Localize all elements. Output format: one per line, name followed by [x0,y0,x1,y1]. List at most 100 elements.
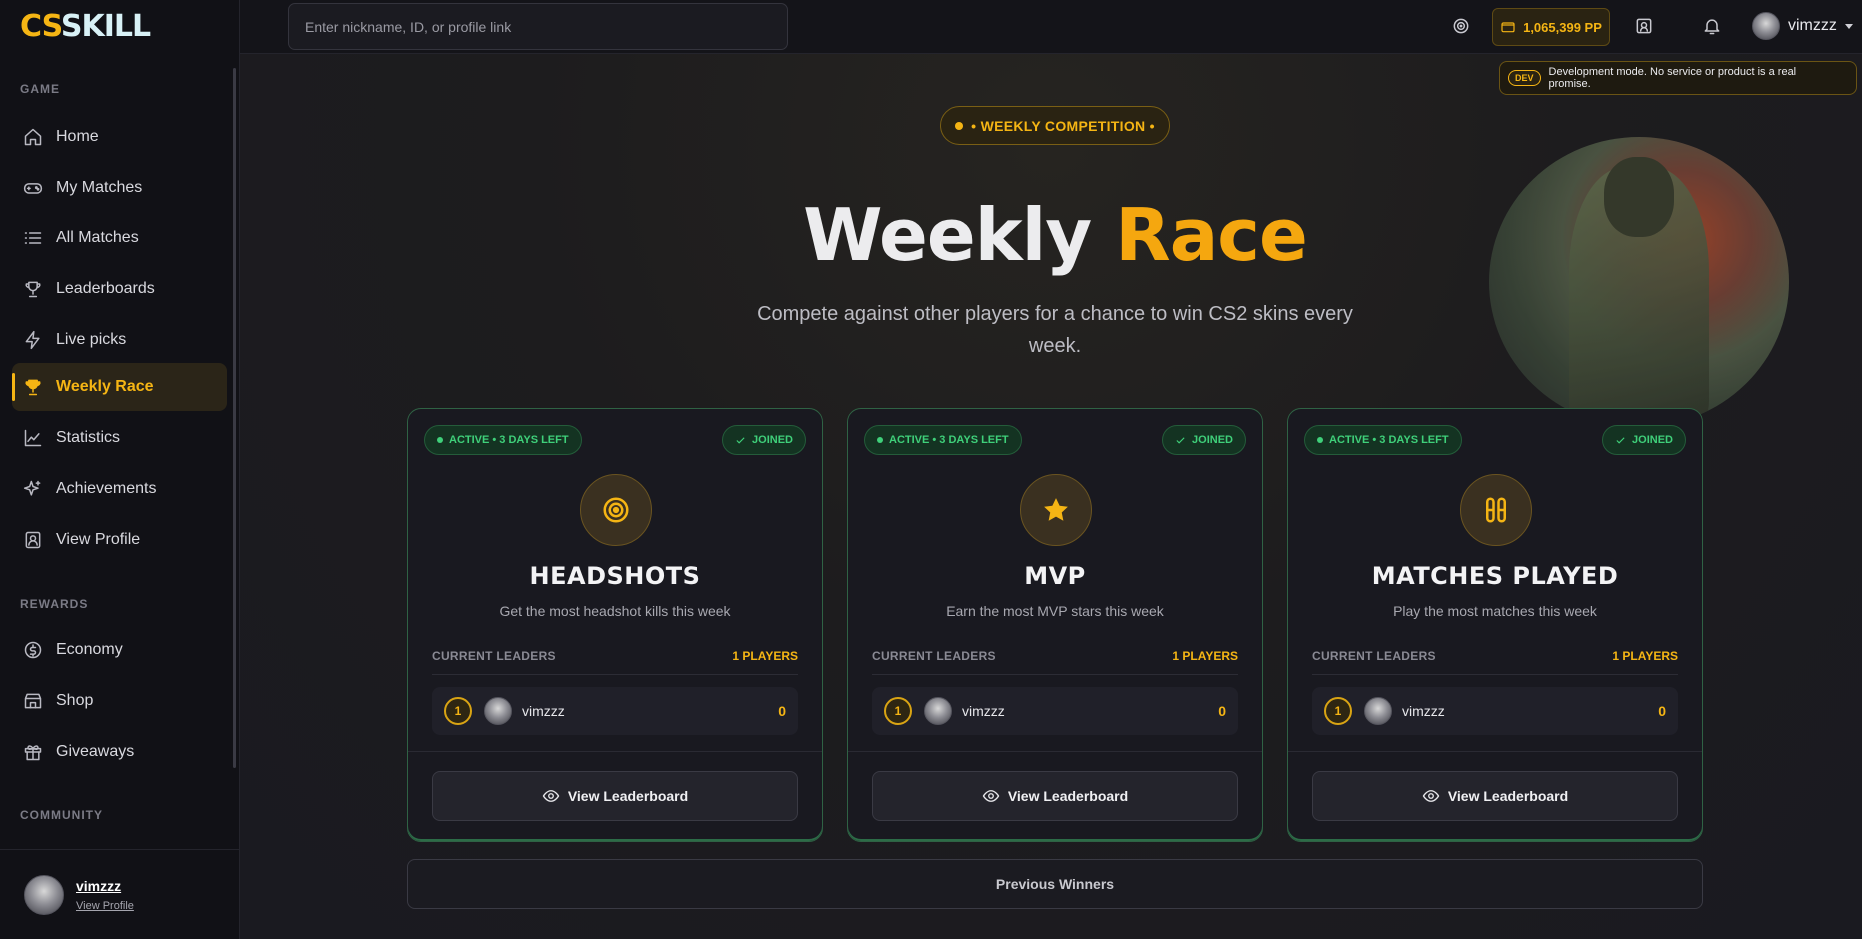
bell-icon[interactable] [1700,14,1724,38]
player-score: 0 [778,703,786,719]
trophy-icon [22,376,44,398]
leader-row[interactable]: 1 vimzzz 0 [432,687,798,735]
sidebar: CSSKILL GAME Home My Matches All Matches… [0,0,240,939]
status-badge: ACTIVE • 3 DAYS LEFT [864,425,1022,455]
sidebar-item-my-matches[interactable]: My Matches [12,164,227,212]
joined-badge: JOINED [1162,425,1246,455]
profile-card-icon [22,529,44,551]
player-score: 0 [1218,703,1226,719]
dev-badge: DEV [1508,70,1541,86]
gift-icon [22,741,44,763]
view-leaderboard-button[interactable]: View Leaderboard [872,771,1238,821]
section-label-game: GAME [20,82,60,96]
rank-badge: 1 [884,697,912,725]
leader-row[interactable]: 1 vimzzz 0 [1312,687,1678,735]
view-leaderboard-button[interactable]: View Leaderboard [432,771,798,821]
user-menu[interactable]: vimzzz [1752,12,1853,40]
store-icon [22,690,44,712]
check-icon [1616,436,1625,444]
competition-card-matches-played: ACTIVE • 3 DAYS LEFT JOINED MATCHES PLAY… [1287,408,1703,842]
player-count: 1 PLAYERS [1612,648,1678,663]
avatar[interactable] [24,874,64,915]
sidebar-item-all-matches[interactable]: All Matches [12,214,227,262]
check-icon [1176,436,1185,444]
leaders-header: CURRENT LEADERS 1 PLAYERS [872,645,1238,675]
leader-row[interactable]: 1 vimzzz 0 [872,687,1238,735]
view-leaderboard-button[interactable]: View Leaderboard [1312,771,1678,821]
avatar [1752,12,1780,40]
card-title: HEADSHOTS [529,562,701,590]
trophy-outline-icon [22,278,44,300]
player-count: 1 PLAYERS [732,648,798,663]
player-name: vimzzz [522,703,565,719]
status-badge: ACTIVE • 3 DAYS LEFT [424,425,582,455]
sidebar-username[interactable]: vimzzz [76,878,134,894]
home-icon [22,126,44,148]
avatar [484,697,512,725]
section-label-rewards: REWARDS [20,597,89,611]
logo[interactable]: CSSKILL [20,10,151,44]
card-title: MVP [1024,562,1086,590]
star-icon [1020,474,1092,546]
rank-badge: 1 [444,697,472,725]
leaders-header: CURRENT LEADERS 1 PLAYERS [1312,645,1678,675]
view-profile-link[interactable]: View Profile [76,900,134,912]
hero-soldier-image [1489,137,1789,427]
eye-icon [1422,790,1440,802]
sidebar-item-view-profile[interactable]: View Profile [12,516,227,564]
status-badge: ACTIVE • 3 DAYS LEFT [1304,425,1462,455]
target-icon [580,474,652,546]
topbar: 1,065,399 PP vimzzz [240,0,1862,54]
previous-winners-button[interactable]: Previous Winners [407,859,1703,909]
sidebar-item-shop[interactable]: Shop [12,677,227,725]
sidebar-user[interactable]: vimzzz View Profile [0,849,239,939]
page-title: Weekly Race [803,193,1308,277]
list-icon [22,227,44,249]
sidebar-item-giveaways[interactable]: Giveaways [12,728,227,776]
joined-badge: JOINED [722,425,806,455]
matches-icon [1460,474,1532,546]
avatar [924,697,952,725]
player-name: vimzzz [962,703,1005,719]
card-title: MATCHES PLAYED [1371,562,1619,590]
sparkle-icon [22,478,44,500]
avatar [1364,697,1392,725]
player-score: 0 [1658,703,1666,719]
competition-card-mvp: ACTIVE • 3 DAYS LEFT JOINED MVP Earn the… [847,408,1263,842]
section-label-community: COMMUNITY [20,808,103,822]
competition-badge: • WEEKLY COMPETITION • [940,106,1170,145]
player-name: vimzzz [1402,703,1445,719]
competition-card-headshots: ACTIVE • 3 DAYS LEFT JOINED HEADSHOTS Ge… [407,408,823,842]
page-subtitle: Compete against other players for a chan… [757,303,1353,357]
eye-icon [542,790,560,802]
chart-line-icon [22,427,44,449]
sidebar-item-home[interactable]: Home [12,113,227,161]
card-description: Earn the most MVP stars this week [946,603,1164,619]
leaders-header: CURRENT LEADERS 1 PLAYERS [432,645,798,675]
dev-message: Development mode. No service or product … [1548,66,1797,90]
sidebar-item-live-picks[interactable]: Live picks [12,316,227,364]
sidebar-item-economy[interactable]: Economy [12,626,227,674]
dot-icon [955,121,964,130]
card-description: Get the most headshot kills this week [499,603,731,619]
id-card-icon[interactable] [1632,14,1656,38]
gamepad-icon [22,177,44,199]
player-count: 1 PLAYERS [1172,648,1238,663]
sidebar-item-leaderboards[interactable]: Leaderboards [12,265,227,313]
sidebar-item-weekly-race[interactable]: Weekly Race [12,363,227,411]
check-icon [736,436,745,444]
sidebar-item-statistics[interactable]: Statistics [12,414,227,462]
eye-icon [982,790,1000,802]
lightning-icon [22,329,44,351]
search-input[interactable] [288,3,788,50]
coin-icon [22,639,44,661]
target-icon[interactable] [1449,14,1473,38]
sidebar-scrollbar[interactable] [233,68,236,768]
joined-badge: JOINED [1602,425,1686,455]
balance-button[interactable]: 1,065,399 PP [1492,8,1610,46]
sidebar-item-achievements[interactable]: Achievements [12,465,227,513]
chevron-down-icon [1844,23,1853,29]
card-description: Play the most matches this week [1393,603,1597,619]
dev-notice: DEV Development mode. No service or prod… [1499,61,1857,95]
wallet-icon [1501,22,1515,33]
